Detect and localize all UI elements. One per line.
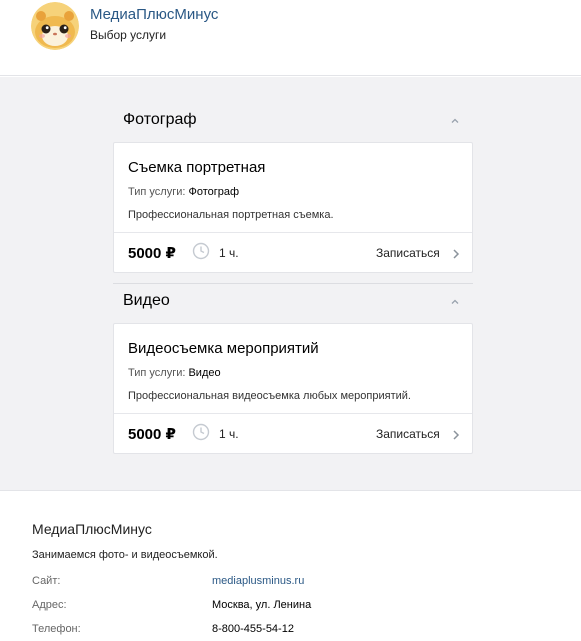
company-info: МедиаПлюсМинус Занимаемся фото- и видеос… — [0, 492, 581, 641]
service-description: Профессиональная портретная съемка. — [128, 209, 334, 221]
clock-icon — [192, 423, 210, 441]
service-title: Съемка портретная — [128, 159, 266, 176]
service-card-video: Видеосъемка мероприятий Тип услуги: Виде… — [113, 323, 473, 454]
chevron-right-icon[interactable] — [451, 428, 461, 442]
book-button[interactable]: Записаться — [376, 427, 440, 441]
service-type-value: Видео — [188, 367, 221, 379]
service-duration: 1 ч. — [219, 246, 239, 260]
clock-icon — [192, 242, 210, 260]
company-name: МедиаПлюсМинус — [32, 521, 152, 537]
section-header-video[interactable]: Видео — [113, 288, 473, 318]
service-type-value: Фотограф — [188, 186, 240, 198]
card-divider — [114, 232, 472, 233]
card-divider — [114, 413, 472, 414]
section-title: Видео — [123, 292, 170, 309]
chevron-up-icon[interactable] — [449, 296, 461, 308]
hamster-avatar-icon — [31, 2, 79, 50]
book-button[interactable]: Записаться — [376, 246, 440, 260]
phone-label: Телефон: — [32, 623, 81, 635]
service-type-label: Тип услуги: — [128, 186, 186, 198]
section-title: Фотограф — [123, 111, 197, 128]
service-price: 5000 ₽ — [128, 245, 176, 262]
service-price: 5000 ₽ — [128, 426, 176, 443]
app-header: МедиаПлюсМинус Выбор услуги — [0, 0, 581, 76]
service-type-label: Тип услуги: — [128, 367, 186, 379]
section-divider — [113, 283, 473, 284]
service-type: Тип услуги: Фотограф — [128, 186, 239, 198]
service-type: Тип услуги: Видео — [128, 367, 221, 379]
avatar[interactable] — [31, 2, 79, 50]
service-card-portrait: Съемка портретная Тип услуги: Фотограф П… — [113, 142, 473, 273]
address-value: Москва, ул. Ленина — [212, 599, 312, 611]
site-label: Сайт: — [32, 575, 61, 587]
address-label: Адрес: — [32, 599, 67, 611]
brand-name[interactable]: МедиаПлюсМинус — [90, 6, 218, 23]
service-duration: 1 ч. — [219, 427, 239, 441]
service-title: Видеосъемка мероприятий — [128, 340, 319, 357]
phone-value: 8-800-455-54-12 — [212, 623, 294, 635]
company-description: Занимаемся фото- и видеосъемкой. — [32, 549, 218, 561]
service-description: Профессиональная видеосъемка любых мероп… — [128, 390, 411, 402]
page-subtitle: Выбор услуги — [90, 28, 167, 42]
site-link[interactable]: mediaplusminus.ru — [212, 575, 304, 587]
section-header-photo[interactable]: Фотограф — [113, 107, 473, 137]
chevron-right-icon[interactable] — [451, 247, 461, 261]
chevron-up-icon[interactable] — [449, 115, 461, 127]
